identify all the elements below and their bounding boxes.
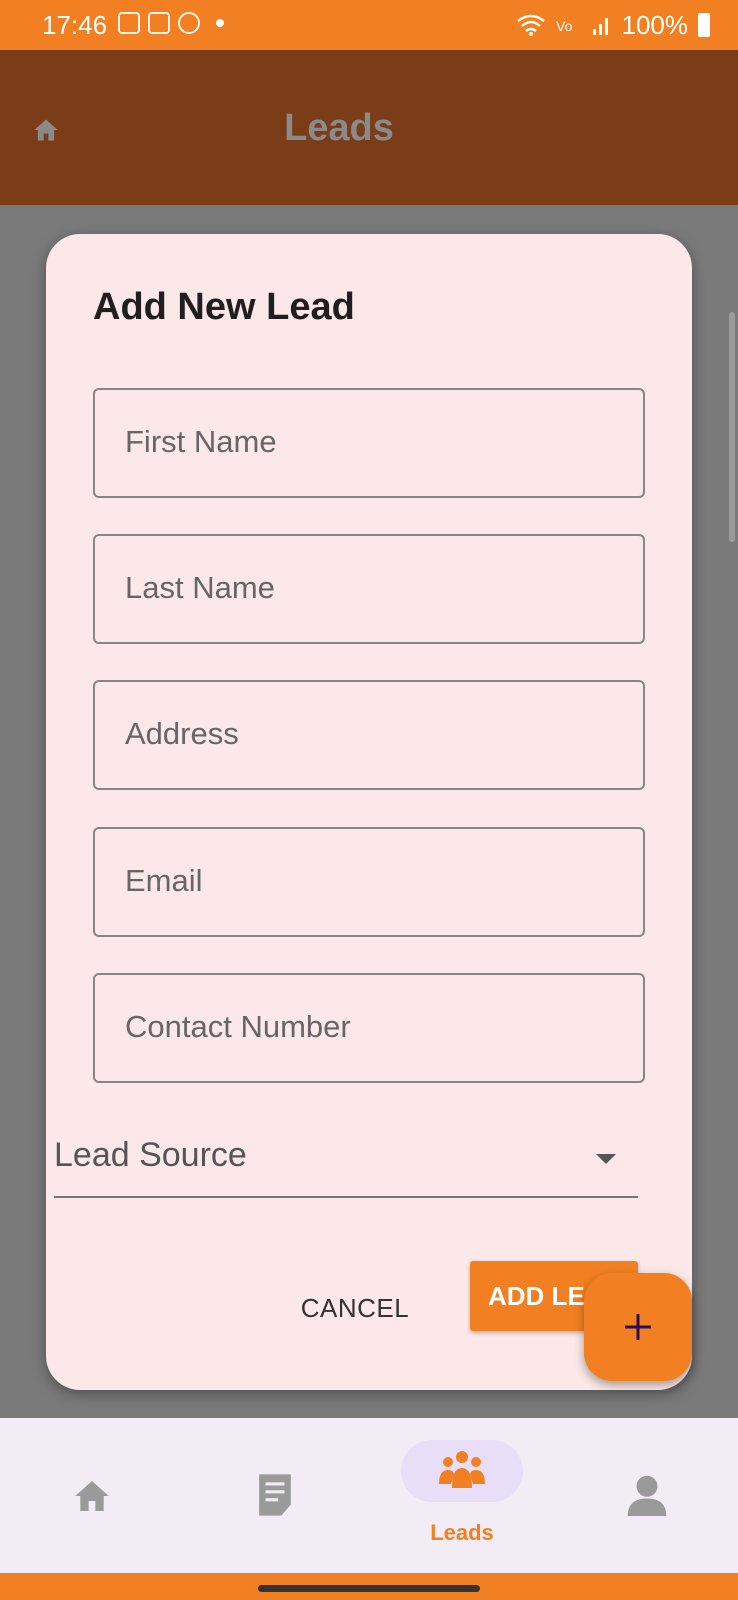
nav-item-leads[interactable] (401, 1440, 523, 1502)
address-placeholder: Address (125, 716, 239, 751)
first-name-field[interactable]: First Name (93, 388, 645, 498)
screenshot-icon (118, 12, 140, 34)
dropdown-underline (54, 1196, 638, 1198)
whatsapp-icon (178, 12, 200, 34)
system-icons: Vo 100% (516, 10, 710, 40)
group-icon (439, 1451, 485, 1488)
home-icon (75, 1481, 109, 1511)
scan-icon (148, 12, 170, 34)
last-name-field[interactable]: Last Name (93, 534, 645, 644)
lead-source-placeholder: Lead Source (54, 1136, 247, 1174)
cancel-button[interactable]: CANCEL (280, 1279, 430, 1337)
first-name-placeholder: First Name (125, 424, 277, 459)
scrollbar (729, 312, 735, 542)
status-time: 17:46 (42, 10, 108, 40)
more-notifications-icon (216, 19, 224, 27)
battery-percent: 100% (621, 10, 689, 40)
bottom-navigation: Leads (0, 1418, 738, 1573)
person-icon (627, 1475, 667, 1516)
nav-label-leads: Leads (430, 1520, 494, 1545)
nav-item-documents[interactable] (200, 1418, 350, 1573)
document-icon (259, 1474, 291, 1516)
page-title: Leads (284, 107, 394, 149)
email-placeholder: Email (125, 863, 203, 898)
svg-text:Vo: Vo (556, 18, 573, 34)
battery-icon (698, 13, 710, 37)
signal-icon (592, 18, 608, 35)
lead-source-dropdown[interactable]: Lead Source (54, 1118, 638, 1198)
status-bar: 17:46 Vo 100% (0, 0, 738, 50)
gesture-handle[interactable] (258, 1585, 480, 1592)
volte-icon: Vo (556, 18, 573, 34)
contact-number-field[interactable]: Contact Number (93, 973, 645, 1083)
contact-number-placeholder: Contact Number (125, 1009, 351, 1044)
dialog-title: Add New Lead (93, 286, 355, 328)
add-fab-button[interactable] (584, 1273, 692, 1381)
plus-icon (625, 1314, 651, 1340)
notification-icons (118, 12, 224, 34)
app-bar: Leads (0, 50, 738, 205)
dropdown-arrow-icon (596, 1154, 616, 1164)
wifi-icon (516, 14, 545, 36)
address-field[interactable]: Address (93, 680, 645, 790)
last-name-placeholder: Last Name (125, 570, 275, 605)
nav-item-profile[interactable] (572, 1418, 722, 1573)
email-field[interactable]: Email (93, 827, 645, 937)
add-lead-dialog: Add New Lead First Name Last Name Addres… (46, 234, 692, 1390)
nav-item-home[interactable] (16, 1418, 166, 1573)
